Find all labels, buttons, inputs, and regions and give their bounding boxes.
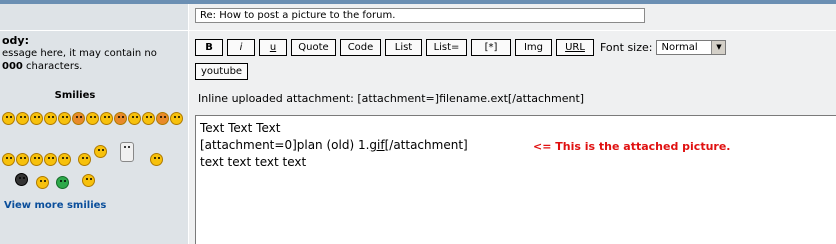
- italic-button[interactable]: i: [227, 38, 255, 56]
- smiley-icon[interactable]: [15, 173, 28, 186]
- smiley-icon[interactable]: [36, 176, 49, 189]
- smiley-icon[interactable]: [156, 112, 169, 125]
- smiley-icon[interactable]: [58, 112, 71, 125]
- toilet-smiley-icon[interactable]: [120, 142, 134, 162]
- smiley-icon[interactable]: [142, 112, 155, 125]
- underline-button[interactable]: u: [259, 38, 287, 56]
- body-desc-line2: characters.: [22, 61, 83, 72]
- message-textarea[interactable]: Text Text Text [attachment=0]plan (old) …: [195, 115, 836, 244]
- view-more-smilies-link[interactable]: View more smilies: [4, 200, 106, 211]
- body-desc-line1: essage here, it may contain no: [2, 48, 157, 59]
- body-desc-char-limit: 000: [2, 61, 23, 72]
- editor-attachment-ext: gif: [369, 138, 385, 152]
- smiley-icon[interactable]: [44, 112, 57, 125]
- smiley-icon[interactable]: [82, 174, 95, 187]
- editor-line: Text Text Text: [200, 121, 281, 135]
- message-body-label: ody:: [2, 34, 30, 47]
- smilies-title: Smilies: [54, 90, 96, 101]
- smiley-icon[interactable]: [86, 112, 99, 125]
- attachment-annotation: <= This is the attached picture.: [533, 140, 731, 153]
- list-item-button[interactable]: [*]: [471, 38, 511, 56]
- smiley-icon[interactable]: [16, 112, 29, 125]
- smiley-icon[interactable]: [72, 112, 85, 125]
- smiley-icon[interactable]: [44, 153, 57, 166]
- inline-attachment-hint: Inline uploaded attachment: [attachment=…: [198, 92, 585, 105]
- list-button[interactable]: List: [385, 38, 422, 56]
- editor-attachment-suffix: [/attachment]: [384, 138, 468, 152]
- editor-attachment-prefix: [attachment=0]plan (old) 1.: [200, 138, 370, 152]
- smiley-icon[interactable]: [2, 112, 15, 125]
- smiley-icon[interactable]: [16, 153, 29, 166]
- message-body-description: essage here, it may contain no 000 chara…: [2, 47, 188, 73]
- subject-input[interactable]: [195, 8, 645, 23]
- smiley-icon[interactable]: [170, 112, 183, 125]
- smiley-icon[interactable]: [94, 145, 107, 158]
- font-size-label: Font size:: [600, 40, 653, 54]
- smiley-icon[interactable]: [30, 112, 43, 125]
- url-button[interactable]: URL: [556, 38, 594, 56]
- editor-line: text text text text: [200, 155, 307, 169]
- bbcode-toolbar: B i u Quote Code List List= [*] Img URL …: [195, 38, 727, 56]
- code-button[interactable]: Code: [340, 38, 381, 56]
- chevron-down-icon[interactable]: ▼: [711, 40, 726, 54]
- row-divider: [0, 30, 836, 31]
- bold-button[interactable]: B: [195, 38, 223, 56]
- smiley-icon[interactable]: [56, 176, 69, 189]
- editor-line: [attachment=0]plan (old) 1.gif[/attachme…: [200, 137, 832, 154]
- smiley-icon[interactable]: [58, 153, 71, 166]
- smiley-icon[interactable]: [30, 153, 43, 166]
- youtube-button[interactable]: youtube: [195, 63, 248, 80]
- font-size-value: Normal: [661, 41, 698, 53]
- smiley-icon[interactable]: [2, 153, 15, 166]
- smiley-icon[interactable]: [78, 153, 91, 166]
- smiley-icon[interactable]: [114, 112, 127, 125]
- image-button[interactable]: Img: [515, 38, 552, 56]
- smiley-icon[interactable]: [100, 112, 113, 125]
- quote-button[interactable]: Quote: [291, 38, 336, 56]
- smiley-icon[interactable]: [150, 153, 163, 166]
- smiley-icon[interactable]: [128, 112, 141, 125]
- ordered-list-button[interactable]: List=: [426, 38, 467, 56]
- font-size-select[interactable]: Normal ▼: [656, 39, 727, 55]
